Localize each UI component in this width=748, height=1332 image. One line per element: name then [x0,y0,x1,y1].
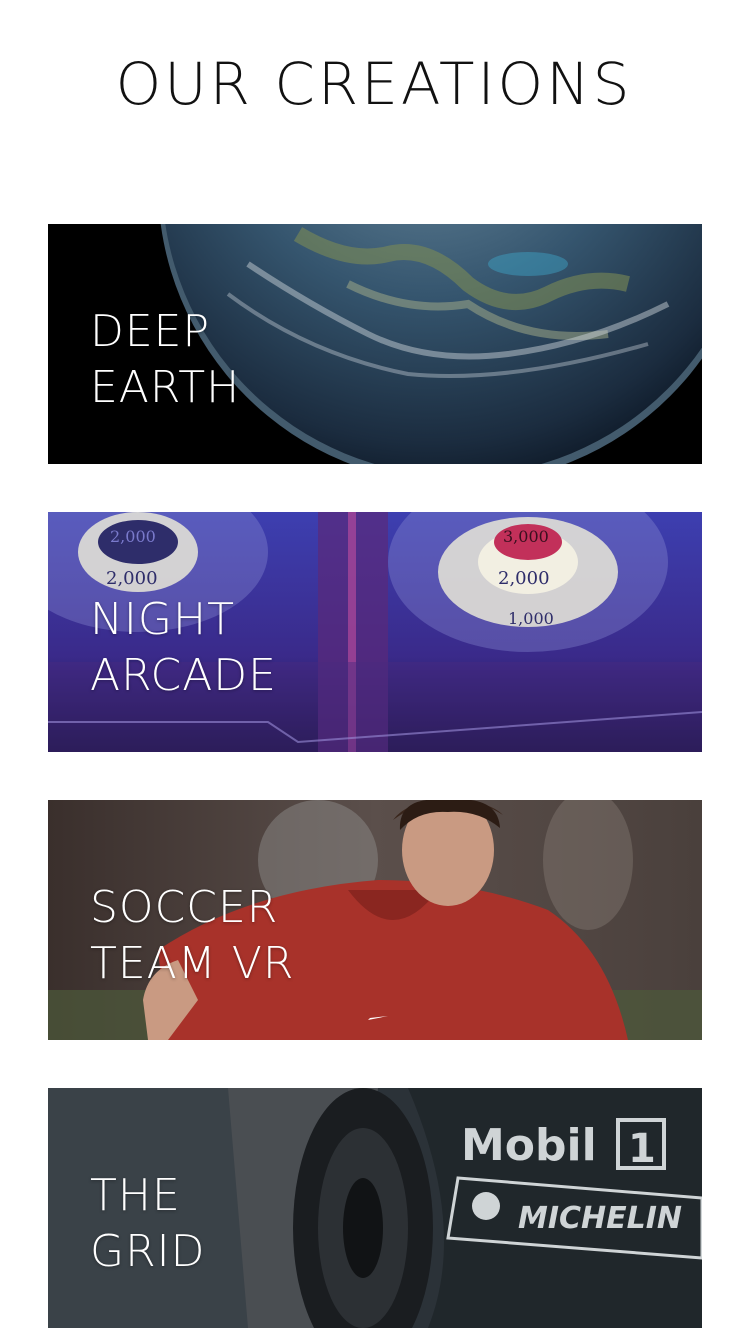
arcade-score-label: 2,000 [498,568,550,589]
creation-card-the-grid[interactable]: Mobil 1 MICHELIN THE GRID [48,1088,702,1328]
photo-brand-text: 1 [628,1126,656,1172]
creation-title-line2: ARCADE [90,650,277,701]
arcade-score-label: 2,000 [110,527,156,546]
photo-brand-text: MICHELIN [518,1201,682,1236]
creation-title-line2: EARTH [90,362,241,413]
creations-list: DEEP EARTH 2,000 2,000 3,000 2,000 1,000… [48,224,702,1328]
creation-title: SOCCER TEAM VR [90,880,294,992]
creation-title: THE GRID [90,1168,206,1280]
creation-title-line1: DEEP [90,306,211,357]
creation-title-line1: THE [90,1170,181,1221]
page-title: OUR CREATIONS [115,50,633,118]
creation-card-night-arcade[interactable]: 2,000 2,000 3,000 2,000 1,000 NIGHT ARCA… [48,512,702,752]
creation-title-line1: SOCCER [90,882,279,933]
creation-title-line1: NIGHT [90,594,235,645]
photo-brand-text: Mobil [461,1120,597,1171]
arcade-score-label: 1,000 [508,609,554,628]
creation-title-line2: GRID [90,1226,206,1277]
arcade-score-label: 3,000 [503,527,549,546]
creation-title: DEEP EARTH [90,304,240,416]
creation-card-deep-earth[interactable]: DEEP EARTH [48,224,702,464]
creation-card-soccer-team-vr[interactable]: SOCCER TEAM VR [48,800,702,1040]
creation-title-line2: TEAM VR [90,938,295,989]
creation-title: NIGHT ARCADE [90,592,277,704]
arcade-score-label: 2,000 [106,568,158,589]
